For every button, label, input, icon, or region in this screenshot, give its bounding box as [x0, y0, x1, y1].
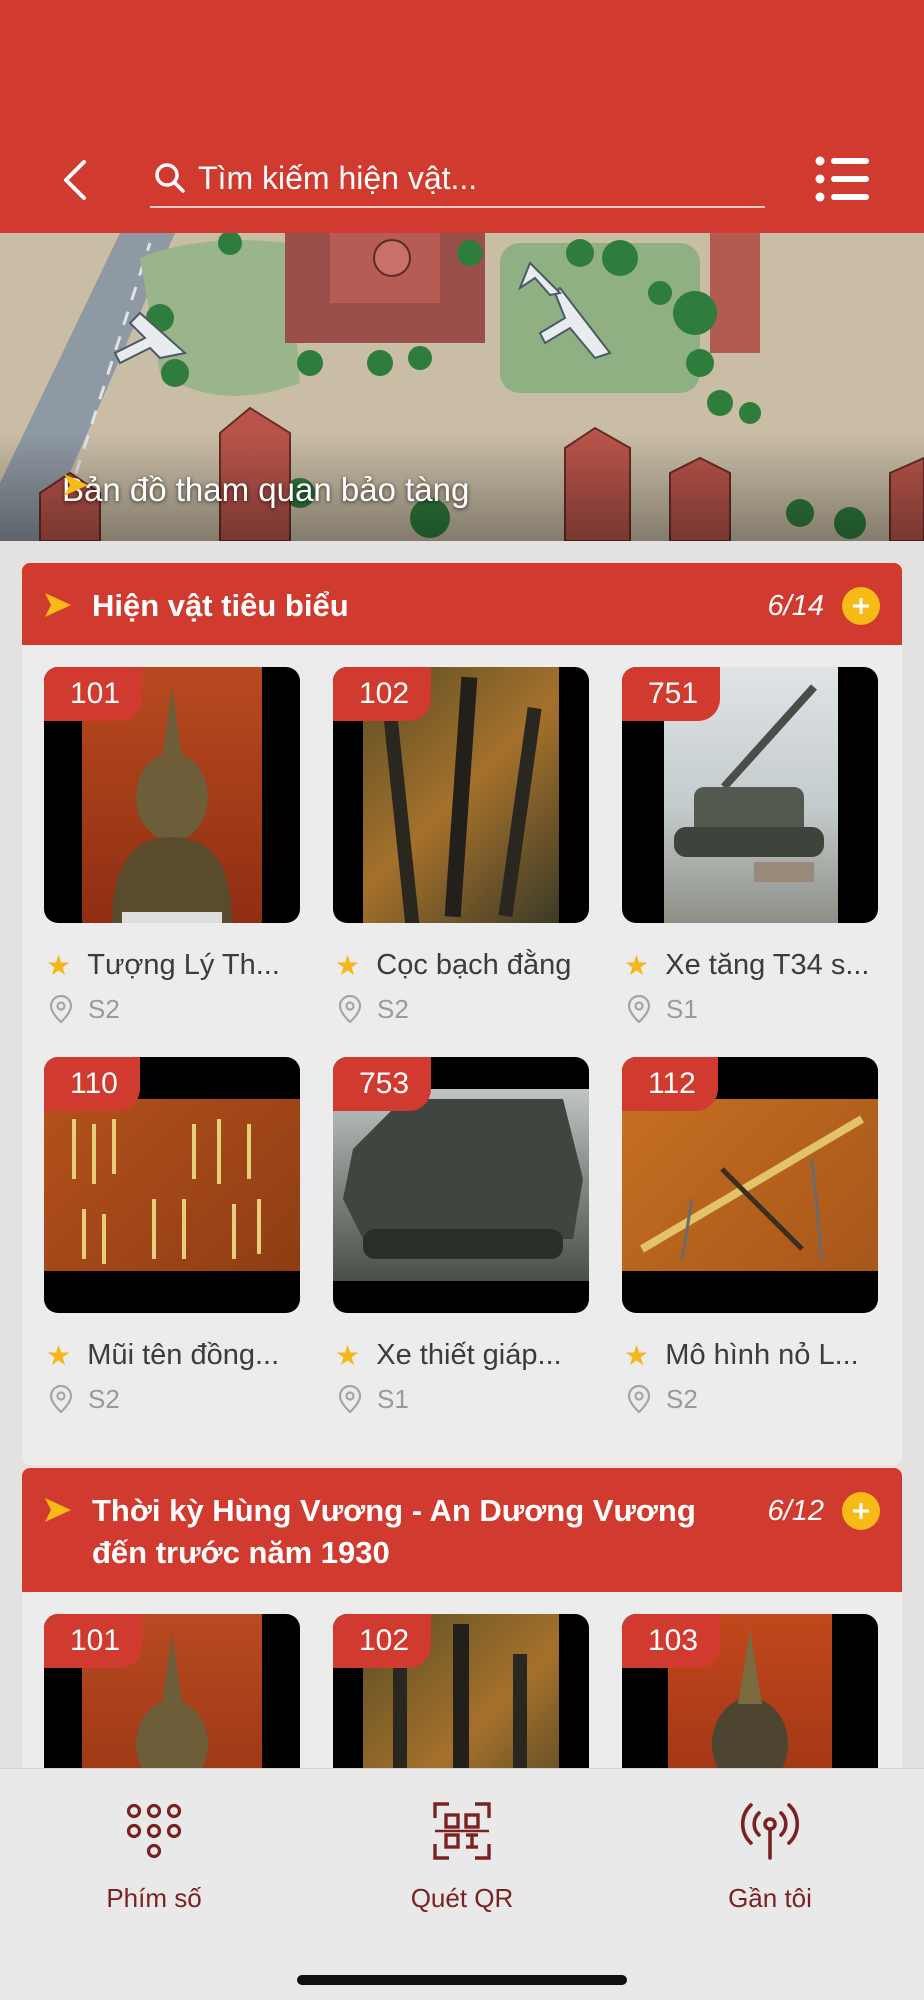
- location-pin-icon: [335, 1385, 365, 1413]
- bottom-tab-bar: Phím số Quét QR Gần tôi: [0, 1768, 924, 2000]
- expand-section-button[interactable]: [842, 1492, 880, 1530]
- artifact-image: 101: [44, 667, 300, 923]
- tab-keypad-label: Phím số: [106, 1883, 202, 1913]
- tab-nearby[interactable]: Gần tôi: [670, 1799, 870, 1914]
- star-icon: ★: [335, 1339, 361, 1371]
- tab-keypad[interactable]: Phím số: [54, 1799, 254, 1914]
- artifact-name: Xe tăng T34 s...: [665, 948, 870, 981]
- flag-arrow-icon: [45, 1498, 71, 1522]
- artifact-image: 102: [333, 667, 589, 923]
- artifact-card[interactable]: 102 ★ Cọc bạch đằng S2: [333, 667, 589, 1057]
- back-button[interactable]: [50, 150, 100, 210]
- artifact-location: S2: [88, 993, 120, 1024]
- artifact-name: Mô hình nỏ L...: [665, 1338, 859, 1371]
- plus-icon: [853, 598, 869, 614]
- artifact-card[interactable]: 751 ★ Xe tăng T34 s... S1: [622, 667, 878, 1057]
- artifact-location: S1: [377, 1383, 409, 1414]
- section-featured-artifacts: Hiện vật tiêu biểu 6/14 101 ★ Tượng Lý T…: [22, 563, 902, 1465]
- tab-scan-qr[interactable]: Quét QR: [362, 1799, 562, 1914]
- artifact-card[interactable]: 753 ★ Xe thiết giáp... S1: [333, 1057, 589, 1447]
- arrow-right-icon: [64, 474, 88, 496]
- artifact-code-badge: 751: [622, 667, 721, 721]
- star-icon: ★: [335, 949, 361, 981]
- artifact-name: Mũi tên đồng...: [87, 1338, 280, 1371]
- artifact-card[interactable]: 110 ★ Mũi tên đồng... S2: [44, 1057, 300, 1447]
- flag-arrow-icon: [45, 593, 71, 617]
- location-pin-icon: [46, 995, 76, 1023]
- section-count: 6/12: [767, 1495, 824, 1527]
- menu-button[interactable]: [815, 155, 871, 203]
- section-header: Thời kỳ Hùng Vương - An Dương Vương đến …: [22, 1468, 902, 1592]
- artifact-image: 751: [622, 667, 878, 923]
- qr-scan-icon: [433, 1802, 491, 1860]
- artifact-name: Tượng Lý Th...: [87, 948, 280, 981]
- tab-nearby-label: Gần tôi: [728, 1883, 812, 1913]
- section-hung-vuong-period: Thời kỳ Hùng Vương - An Dương Vương đến …: [22, 1468, 902, 1768]
- map-banner-title: Bản đồ tham quan bảo tàng: [62, 471, 470, 508]
- chevron-left-icon: [64, 160, 86, 200]
- artifact-code-badge: 102: [333, 667, 432, 721]
- broadcast-signal-icon: [741, 1803, 799, 1860]
- star-icon: ★: [624, 949, 650, 981]
- star-icon: ★: [624, 1339, 650, 1371]
- star-icon: ★: [46, 1339, 72, 1371]
- artifact-image: 112: [622, 1057, 878, 1313]
- artifact-code-badge: 753: [333, 1057, 432, 1111]
- app-header: [0, 0, 924, 233]
- artifact-card[interactable]: 101: [44, 1614, 300, 1768]
- list-menu-icon: [815, 156, 869, 202]
- artifact-location: S2: [666, 1383, 698, 1414]
- location-pin-icon: [624, 995, 654, 1023]
- artifact-card[interactable]: 102: [333, 1614, 589, 1768]
- artifact-location: S2: [88, 1383, 120, 1414]
- section-header: Hiện vật tiêu biểu 6/14: [22, 563, 902, 645]
- artifact-card[interactable]: 112 ★ Mô hình nỏ L... S2: [622, 1057, 878, 1447]
- artifact-code-badge: 101: [44, 1614, 143, 1668]
- tab-scan-qr-label: Quét QR: [410, 1883, 514, 1913]
- section-title: Hiện vật tiêu biểu: [92, 588, 349, 623]
- search-bar[interactable]: [150, 150, 765, 208]
- star-icon: ★: [46, 949, 72, 981]
- location-pin-icon: [46, 1385, 76, 1413]
- search-input[interactable]: [190, 159, 765, 197]
- location-pin-icon: [624, 1385, 654, 1413]
- artifact-image: 102: [333, 1614, 589, 1768]
- artifact-image: 753: [333, 1057, 589, 1313]
- artifact-location: S1: [666, 993, 698, 1024]
- artifact-image: 101: [44, 1614, 300, 1768]
- plus-icon: [853, 1503, 869, 1519]
- artifact-card[interactable]: 101 ★ Tượng Lý Th... S2: [44, 667, 300, 1057]
- location-pin-icon: [335, 995, 365, 1023]
- keypad-icon: [126, 1803, 182, 1859]
- artifact-image: 110: [44, 1057, 300, 1313]
- artifact-name: Cọc bạch đằng: [376, 948, 572, 981]
- artifact-code-badge: 112: [622, 1057, 718, 1111]
- artifact-code-badge: 103: [622, 1614, 721, 1668]
- map-banner-label: Bản đồ tham quan bảo tàng: [62, 471, 469, 509]
- artifact-location: S2: [377, 993, 409, 1024]
- search-icon: [150, 158, 190, 198]
- home-indicator: [297, 1975, 627, 1985]
- artifact-image: 103: [622, 1614, 878, 1768]
- museum-map-banner[interactable]: Bản đồ tham quan bảo tàng: [0, 233, 924, 541]
- section-title: Thời kỳ Hùng Vương - An Dương Vương đến …: [92, 1493, 696, 1570]
- artifact-code-badge: 102: [333, 1614, 432, 1668]
- artifact-code-badge: 110: [44, 1057, 140, 1111]
- expand-section-button[interactable]: [842, 587, 880, 625]
- artifact-card[interactable]: 103: [622, 1614, 878, 1768]
- section-count: 6/14: [767, 590, 824, 622]
- artifact-name: Xe thiết giáp...: [376, 1338, 562, 1371]
- artifact-code-badge: 101: [44, 667, 143, 721]
